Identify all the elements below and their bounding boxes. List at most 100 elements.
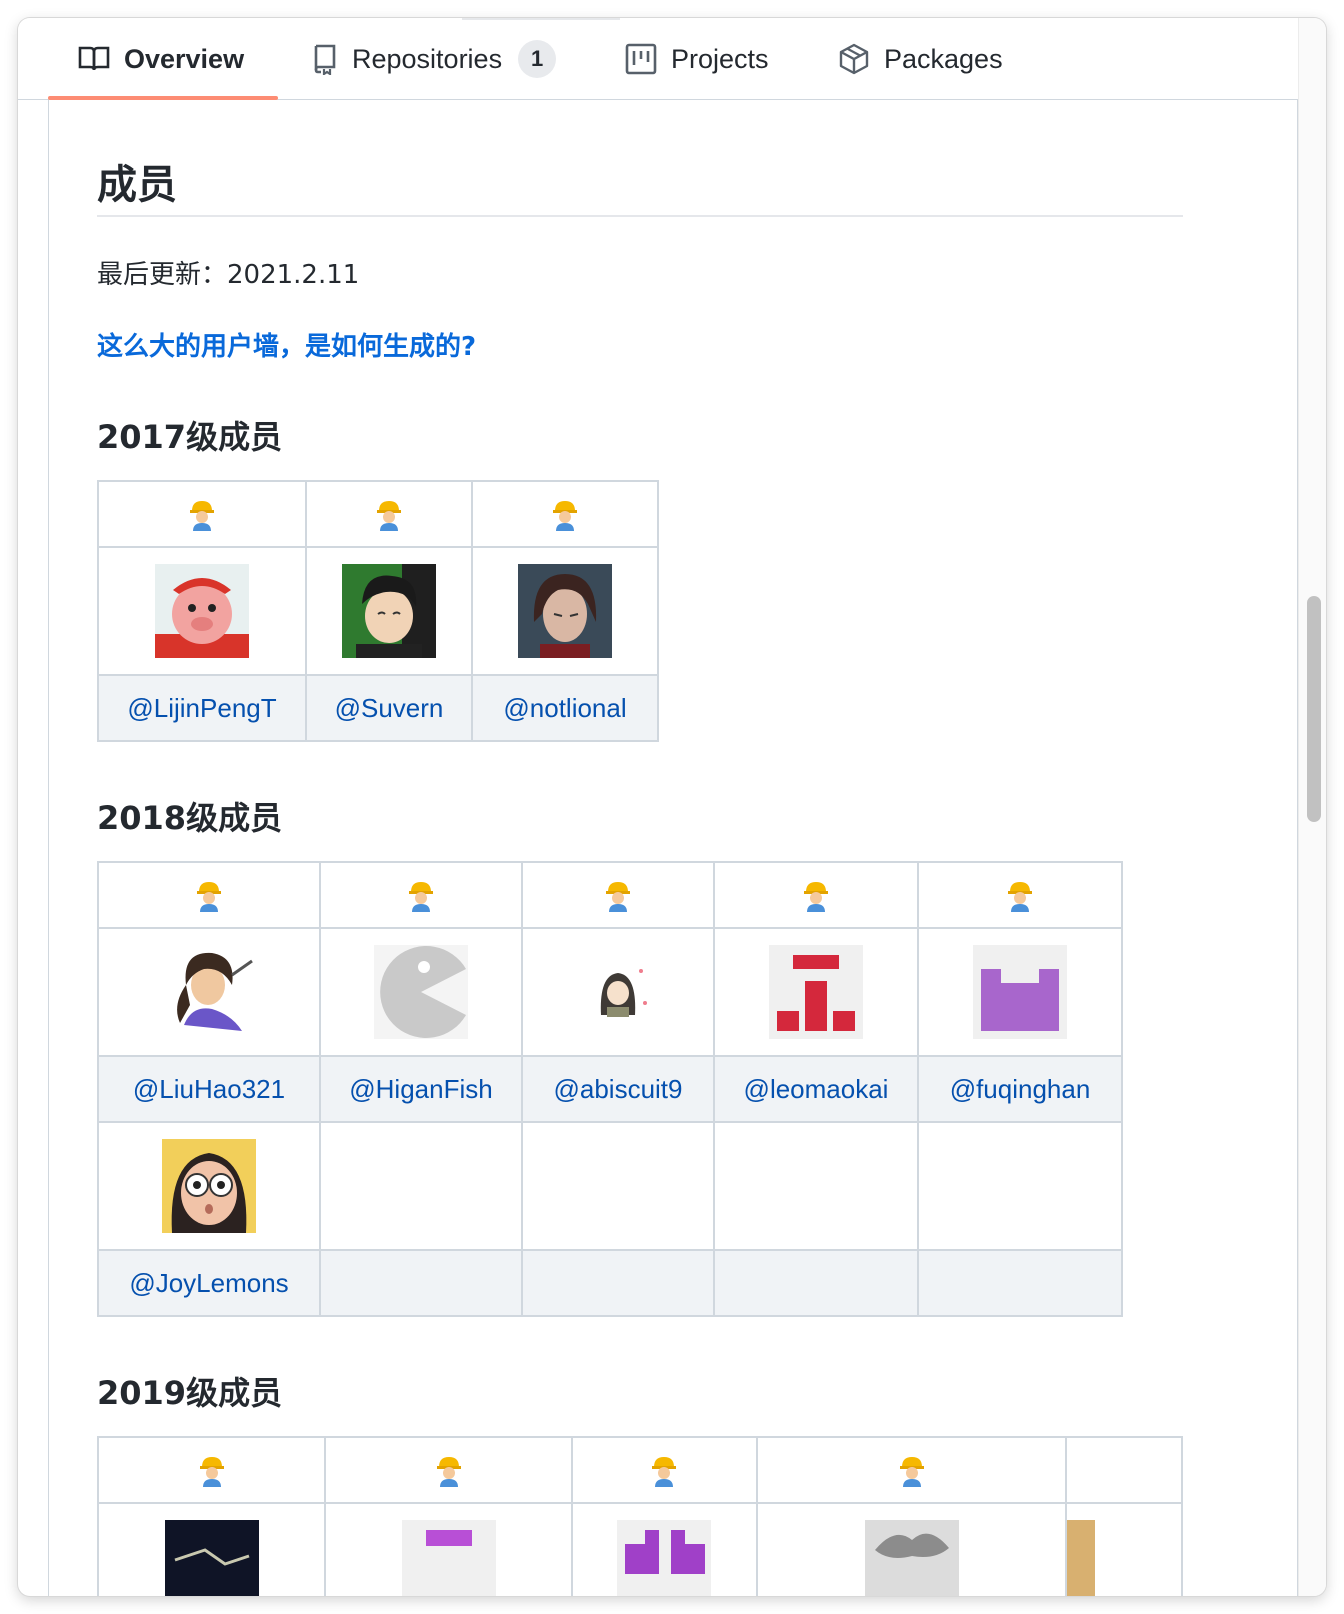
repo-icon bbox=[314, 44, 336, 75]
avatar-cell bbox=[305, 546, 473, 676]
member-link[interactable]: @LijinPengT bbox=[127, 693, 276, 723]
member-link[interactable]: @JoyLemons bbox=[129, 1268, 288, 1298]
construction-worker-icon bbox=[553, 501, 577, 532]
avatar-cell bbox=[570, 1502, 759, 1596]
tab-repositories-label: Repositories bbox=[352, 43, 503, 74]
avatar[interactable] bbox=[162, 945, 256, 1039]
empty-cell bbox=[319, 1249, 523, 1317]
avatar[interactable] bbox=[571, 945, 665, 1039]
member-link[interactable]: @LiuHao321 bbox=[133, 1074, 285, 1104]
member-name-cell: @HiganFish bbox=[319, 1055, 523, 1123]
member-link[interactable]: @leomaokai bbox=[744, 1074, 889, 1104]
member-link[interactable]: @HiganFish bbox=[349, 1074, 492, 1104]
member-name-cell: @Suvern bbox=[305, 674, 473, 742]
member-name-cell: @notlional bbox=[471, 674, 659, 742]
avatar-cell bbox=[1065, 1502, 1183, 1596]
member-link[interactable]: @abiscuit9 bbox=[553, 1074, 682, 1104]
section-heading-2017: 2017级成员 bbox=[97, 418, 283, 456]
empty-cell bbox=[713, 1249, 919, 1317]
section-heading-2019: 2019级成员 bbox=[97, 1374, 283, 1412]
worker-emoji-cell bbox=[570, 1436, 759, 1504]
avatar[interactable] bbox=[162, 1139, 256, 1233]
worker-emoji-cell bbox=[319, 861, 523, 929]
member-name-cell: @LiuHao321 bbox=[97, 1055, 321, 1123]
profile-tab-bar: Overview Repositories 1 Projects Package… bbox=[18, 18, 1298, 100]
member-name-cell: @LijinPengT bbox=[97, 674, 307, 742]
tab-overview[interactable]: Overview bbox=[78, 18, 244, 100]
empty-cell bbox=[521, 1249, 715, 1317]
avatar[interactable] bbox=[374, 945, 468, 1039]
construction-worker-icon bbox=[377, 501, 401, 532]
page-title: 成员 bbox=[97, 152, 1183, 217]
avatar[interactable] bbox=[401, 1520, 496, 1596]
package-icon bbox=[839, 43, 869, 75]
vertical-scrollbar[interactable] bbox=[1298, 18, 1326, 1596]
member-link[interactable]: @Suvern bbox=[335, 693, 444, 723]
construction-worker-icon bbox=[409, 882, 433, 913]
avatar[interactable] bbox=[769, 945, 863, 1039]
repositories-count-badge: 1 bbox=[518, 40, 557, 78]
avatar-cell bbox=[97, 927, 321, 1057]
empty-cell bbox=[319, 1121, 523, 1251]
members-table-2019 bbox=[97, 1436, 1183, 1596]
avatar-cell bbox=[97, 546, 307, 676]
worker-emoji-cell bbox=[713, 861, 919, 929]
construction-worker-icon bbox=[436, 1457, 461, 1488]
avatar[interactable] bbox=[1067, 1520, 1096, 1596]
avatar[interactable] bbox=[342, 564, 436, 658]
construction-worker-icon bbox=[606, 882, 630, 913]
avatar[interactable] bbox=[164, 1520, 259, 1596]
avatar[interactable] bbox=[155, 564, 249, 658]
member-link[interactable]: @notlional bbox=[503, 693, 626, 723]
avatar-cell bbox=[471, 546, 659, 676]
worker-emoji-cell bbox=[1065, 1436, 1183, 1504]
avatar-cell bbox=[521, 927, 715, 1057]
construction-worker-icon bbox=[1008, 882, 1032, 913]
faq-link[interactable]: 这么大的用户墙，是如何生成的? bbox=[97, 326, 476, 363]
tab-projects-label: Projects bbox=[671, 43, 769, 74]
member-link[interactable]: @fuqinghan bbox=[950, 1074, 1091, 1104]
worker-emoji-cell bbox=[305, 480, 473, 548]
tab-packages-label: Packages bbox=[884, 43, 1003, 74]
avatar-cell bbox=[319, 927, 523, 1057]
members-table-2019-viewport bbox=[97, 1436, 1183, 1596]
project-icon bbox=[625, 43, 657, 75]
tab-projects[interactable]: Projects bbox=[625, 18, 769, 100]
worker-emoji-cell bbox=[97, 480, 307, 548]
avatar[interactable] bbox=[518, 564, 612, 658]
tab-repositories[interactable]: Repositories 1 bbox=[312, 18, 557, 100]
member-name-cell: @fuqinghan bbox=[917, 1055, 1123, 1123]
empty-cell bbox=[917, 1249, 1123, 1317]
tab-overview-label: Overview bbox=[124, 43, 245, 74]
avatar-cell bbox=[917, 927, 1123, 1057]
avatar-cell bbox=[713, 927, 919, 1057]
avatar-cell bbox=[756, 1502, 1068, 1596]
tab-packages[interactable]: Packages bbox=[838, 18, 1003, 100]
scrollbar-thumb[interactable] bbox=[1307, 596, 1321, 822]
worker-emoji-cell bbox=[917, 861, 1123, 929]
members-table-2018: @LiuHao321 @HiganFish @abiscuit9 @leomao… bbox=[97, 861, 1123, 1317]
readme-content: 成员 最后更新：2021.2.11 这么大的用户墙，是如何生成的? 2017级成… bbox=[48, 100, 1298, 1596]
worker-emoji-cell bbox=[324, 1436, 573, 1504]
avatar[interactable] bbox=[617, 1520, 712, 1596]
construction-worker-icon bbox=[899, 1457, 924, 1488]
avatar[interactable] bbox=[864, 1520, 959, 1596]
avatar-cell bbox=[324, 1502, 573, 1596]
members-table-2017: @LijinPengT @Suvern @notlional bbox=[97, 480, 659, 742]
section-heading-2018: 2018级成员 bbox=[97, 799, 283, 837]
worker-emoji-cell bbox=[471, 480, 659, 548]
avatar-cell bbox=[97, 1502, 327, 1596]
worker-emoji-cell bbox=[97, 861, 321, 929]
construction-worker-icon bbox=[804, 882, 828, 913]
avatar[interactable] bbox=[973, 945, 1067, 1039]
empty-cell bbox=[917, 1121, 1123, 1251]
avatar-cell bbox=[97, 1121, 321, 1251]
construction-worker-icon bbox=[199, 1457, 224, 1488]
empty-cell bbox=[713, 1121, 919, 1251]
member-name-cell: @JoyLemons bbox=[97, 1249, 321, 1317]
member-name-cell: @leomaokai bbox=[713, 1055, 919, 1123]
member-name-cell: @abiscuit9 bbox=[521, 1055, 715, 1123]
worker-emoji-cell bbox=[521, 861, 715, 929]
construction-worker-icon bbox=[197, 882, 221, 913]
browser-window: Overview Repositories 1 Projects Package… bbox=[18, 18, 1326, 1596]
